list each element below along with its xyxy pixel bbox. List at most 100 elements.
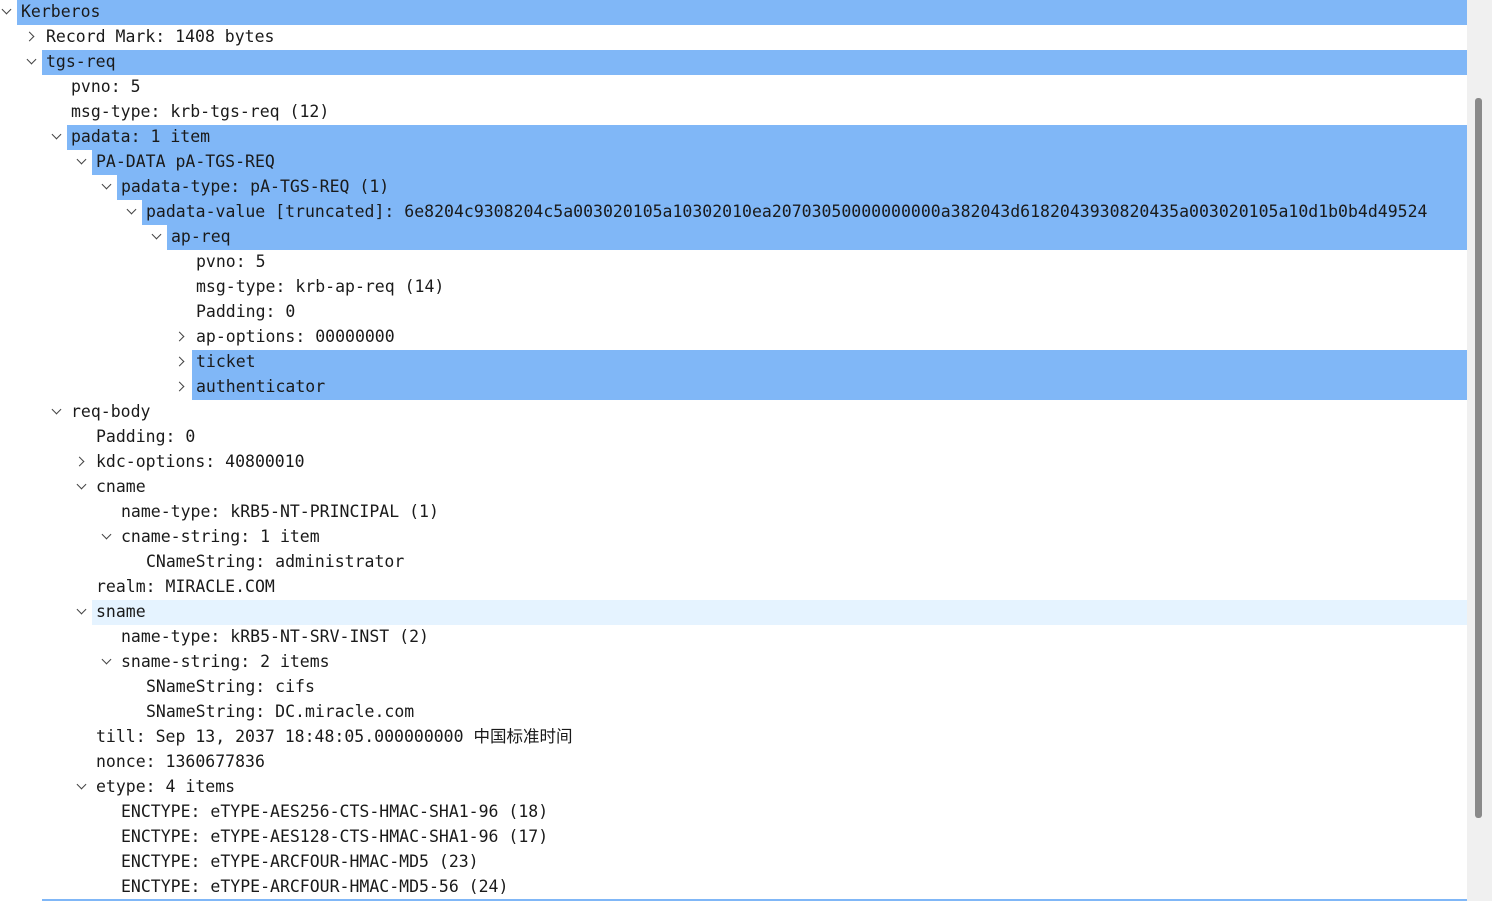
row-highlight xyxy=(67,75,1467,100)
row-highlight xyxy=(92,600,1467,625)
tree-row[interactable]: authenticator xyxy=(0,375,1467,400)
tree-row[interactable]: Kerberos xyxy=(0,0,1467,25)
row-highlight xyxy=(17,0,1467,25)
chevron-down-icon[interactable] xyxy=(75,600,89,623)
chevron-right-icon[interactable] xyxy=(175,325,189,348)
tree-row[interactable]: tgs-req xyxy=(0,50,1467,75)
tree-row-label: ENCTYPE: eTYPE-AES256-CTS-HMAC-SHA1-96 (… xyxy=(121,802,549,821)
tree-row[interactable]: req-body xyxy=(0,400,1467,425)
tree-row-label: till: Sep 13, 2037 18:48:05.000000000 中国… xyxy=(96,727,573,746)
tree-row[interactable]: msg-type: krb-tgs-req (12) xyxy=(0,100,1467,125)
tree-row[interactable]: SNameString: cifs xyxy=(0,675,1467,700)
row-highlight xyxy=(92,775,1467,800)
tree-row[interactable]: sname xyxy=(0,600,1467,625)
tree-row-label: kdc-options: 40800010 xyxy=(96,452,305,471)
tree-row-label: etype: 4 items xyxy=(96,777,236,796)
row-highlight xyxy=(92,750,1467,775)
tree-row-label: tgs-req xyxy=(46,52,116,71)
tree-row[interactable]: pvno: 5 xyxy=(0,75,1467,100)
tree-row-label: padata-value [truncated]: 6e8204c9308204… xyxy=(146,202,1428,221)
scrollbar-thumb[interactable] xyxy=(1475,98,1482,818)
chevron-down-icon[interactable] xyxy=(100,650,114,673)
tree-row-label: msg-type: krb-ap-req (14) xyxy=(196,277,445,296)
tree-row[interactable]: Padding: 0 xyxy=(0,425,1467,450)
tree-row-label: CNameString: administrator xyxy=(146,552,405,571)
chevron-down-icon[interactable] xyxy=(150,225,164,248)
tree-row-label: ENCTYPE: eTYPE-ARCFOUR-HMAC-MD5 (23) xyxy=(121,852,479,871)
tree-row-label: sname xyxy=(96,602,146,621)
tree-row[interactable]: ap-options: 00000000 xyxy=(0,325,1467,350)
tree-row[interactable]: padata: 1 item xyxy=(0,125,1467,150)
chevron-down-icon[interactable] xyxy=(0,0,14,23)
tree-row[interactable]: ENCTYPE: eTYPE-ARCFOUR-HMAC-MD5 (23) xyxy=(0,850,1467,875)
tree-row[interactable]: till: Sep 13, 2037 18:48:05.000000000 中国… xyxy=(0,725,1467,750)
tree-row-label: cname xyxy=(96,477,146,496)
chevron-down-icon[interactable] xyxy=(75,150,89,173)
tree-row[interactable]: PA-DATA pA-TGS-REQ xyxy=(0,150,1467,175)
tree-row-label: ENCTYPE: eTYPE-ARCFOUR-HMAC-MD5-56 (24) xyxy=(121,877,509,896)
row-highlight xyxy=(92,150,1467,175)
tree-row[interactable]: kdc-options: 40800010 xyxy=(0,450,1467,475)
tree-row[interactable]: name-type: kRB5-NT-SRV-INST (2) xyxy=(0,625,1467,650)
chevron-right-icon[interactable] xyxy=(175,375,189,398)
tree-row[interactable]: ENCTYPE: eTYPE-ARCFOUR-HMAC-MD5-56 (24) xyxy=(0,875,1467,900)
chevron-down-icon[interactable] xyxy=(25,50,39,73)
tree-row-label: name-type: kRB5-NT-PRINCIPAL (1) xyxy=(121,502,439,521)
tree-row[interactable]: msg-type: krb-ap-req (14) xyxy=(0,275,1467,300)
tree-row[interactable]: sname-string: 2 items xyxy=(0,650,1467,675)
tree-row-label: ap-options: 00000000 xyxy=(196,327,395,346)
tree-row-label: msg-type: krb-tgs-req (12) xyxy=(71,102,330,121)
tree-row[interactable]: ap-req xyxy=(0,225,1467,250)
tree-row[interactable]: cname xyxy=(0,475,1467,500)
tree-row-label: authenticator xyxy=(196,377,326,396)
row-highlight xyxy=(67,125,1467,150)
tree-row[interactable]: ENCTYPE: eTYPE-AES128-CTS-HMAC-SHA1-96 (… xyxy=(0,825,1467,850)
tree-row[interactable]: nonce: 1360677836 xyxy=(0,750,1467,775)
tree-row[interactable]: SNameString: DC.miracle.com xyxy=(0,700,1467,725)
tree-row[interactable]: ticket xyxy=(0,350,1467,375)
tree-row[interactable]: cname-string: 1 item xyxy=(0,525,1467,550)
chevron-right-icon[interactable] xyxy=(175,350,189,373)
row-highlight xyxy=(192,375,1467,400)
tree-row-label: cname-string: 1 item xyxy=(121,527,320,546)
tree-row-label: realm: MIRACLE.COM xyxy=(96,577,275,596)
tree-row-label: SNameString: cifs xyxy=(146,677,315,696)
tree-row[interactable]: ENCTYPE: eTYPE-AES256-CTS-HMAC-SHA1-96 (… xyxy=(0,800,1467,825)
row-highlight xyxy=(92,575,1467,600)
tree-row[interactable]: realm: MIRACLE.COM xyxy=(0,575,1467,600)
chevron-down-icon[interactable] xyxy=(50,125,64,148)
tree-row[interactable]: name-type: kRB5-NT-PRINCIPAL (1) xyxy=(0,500,1467,525)
tree-row-label: pvno: 5 xyxy=(196,252,266,271)
tree-row-label: Kerberos xyxy=(21,2,101,21)
tree-row[interactable]: Padding: 0 xyxy=(0,300,1467,325)
tree-row-label: Record Mark: 1408 bytes xyxy=(46,27,275,46)
tree-row-label: name-type: kRB5-NT-SRV-INST (2) xyxy=(121,627,429,646)
row-highlight xyxy=(192,250,1467,275)
tree-row[interactable]: pvno: 5 xyxy=(0,250,1467,275)
tree-row[interactable]: CNameString: administrator xyxy=(0,550,1467,575)
tree-row-label: PA-DATA pA-TGS-REQ xyxy=(96,152,275,171)
tree-row-label: padata: 1 item xyxy=(71,127,211,146)
tree-row-label: sname-string: 2 items xyxy=(121,652,330,671)
chevron-right-icon[interactable] xyxy=(75,450,89,473)
vertical-scrollbar[interactable] xyxy=(1467,0,1492,901)
tree-row-label: Padding: 0 xyxy=(96,427,196,446)
chevron-down-icon[interactable] xyxy=(125,200,139,223)
tree-row[interactable]: padata-type: pA-TGS-REQ (1) xyxy=(0,175,1467,200)
chevron-down-icon[interactable] xyxy=(75,475,89,498)
chevron-right-icon[interactable] xyxy=(25,25,39,48)
chevron-down-icon[interactable] xyxy=(50,400,64,423)
chevron-down-icon[interactable] xyxy=(75,775,89,798)
tree-row-label: padata-type: pA-TGS-REQ (1) xyxy=(121,177,390,196)
tree-row-label: ENCTYPE: eTYPE-AES128-CTS-HMAC-SHA1-96 (… xyxy=(121,827,549,846)
chevron-down-icon[interactable] xyxy=(100,175,114,198)
tree-row[interactable]: etype: 4 items xyxy=(0,775,1467,800)
row-highlight xyxy=(92,425,1467,450)
chevron-down-icon[interactable] xyxy=(100,525,114,548)
tree-row-label: ap-req xyxy=(171,227,231,246)
tree-row[interactable]: padata-value [truncated]: 6e8204c9308204… xyxy=(0,200,1467,225)
tree-row-label: Padding: 0 xyxy=(196,302,296,321)
tree-row[interactable]: Record Mark: 1408 bytes xyxy=(0,25,1467,50)
packet-details-tree[interactable]: Kerberos Record Mark: 1408 bytes tgs-req pv… xyxy=(0,0,1467,901)
row-highlight xyxy=(167,225,1467,250)
